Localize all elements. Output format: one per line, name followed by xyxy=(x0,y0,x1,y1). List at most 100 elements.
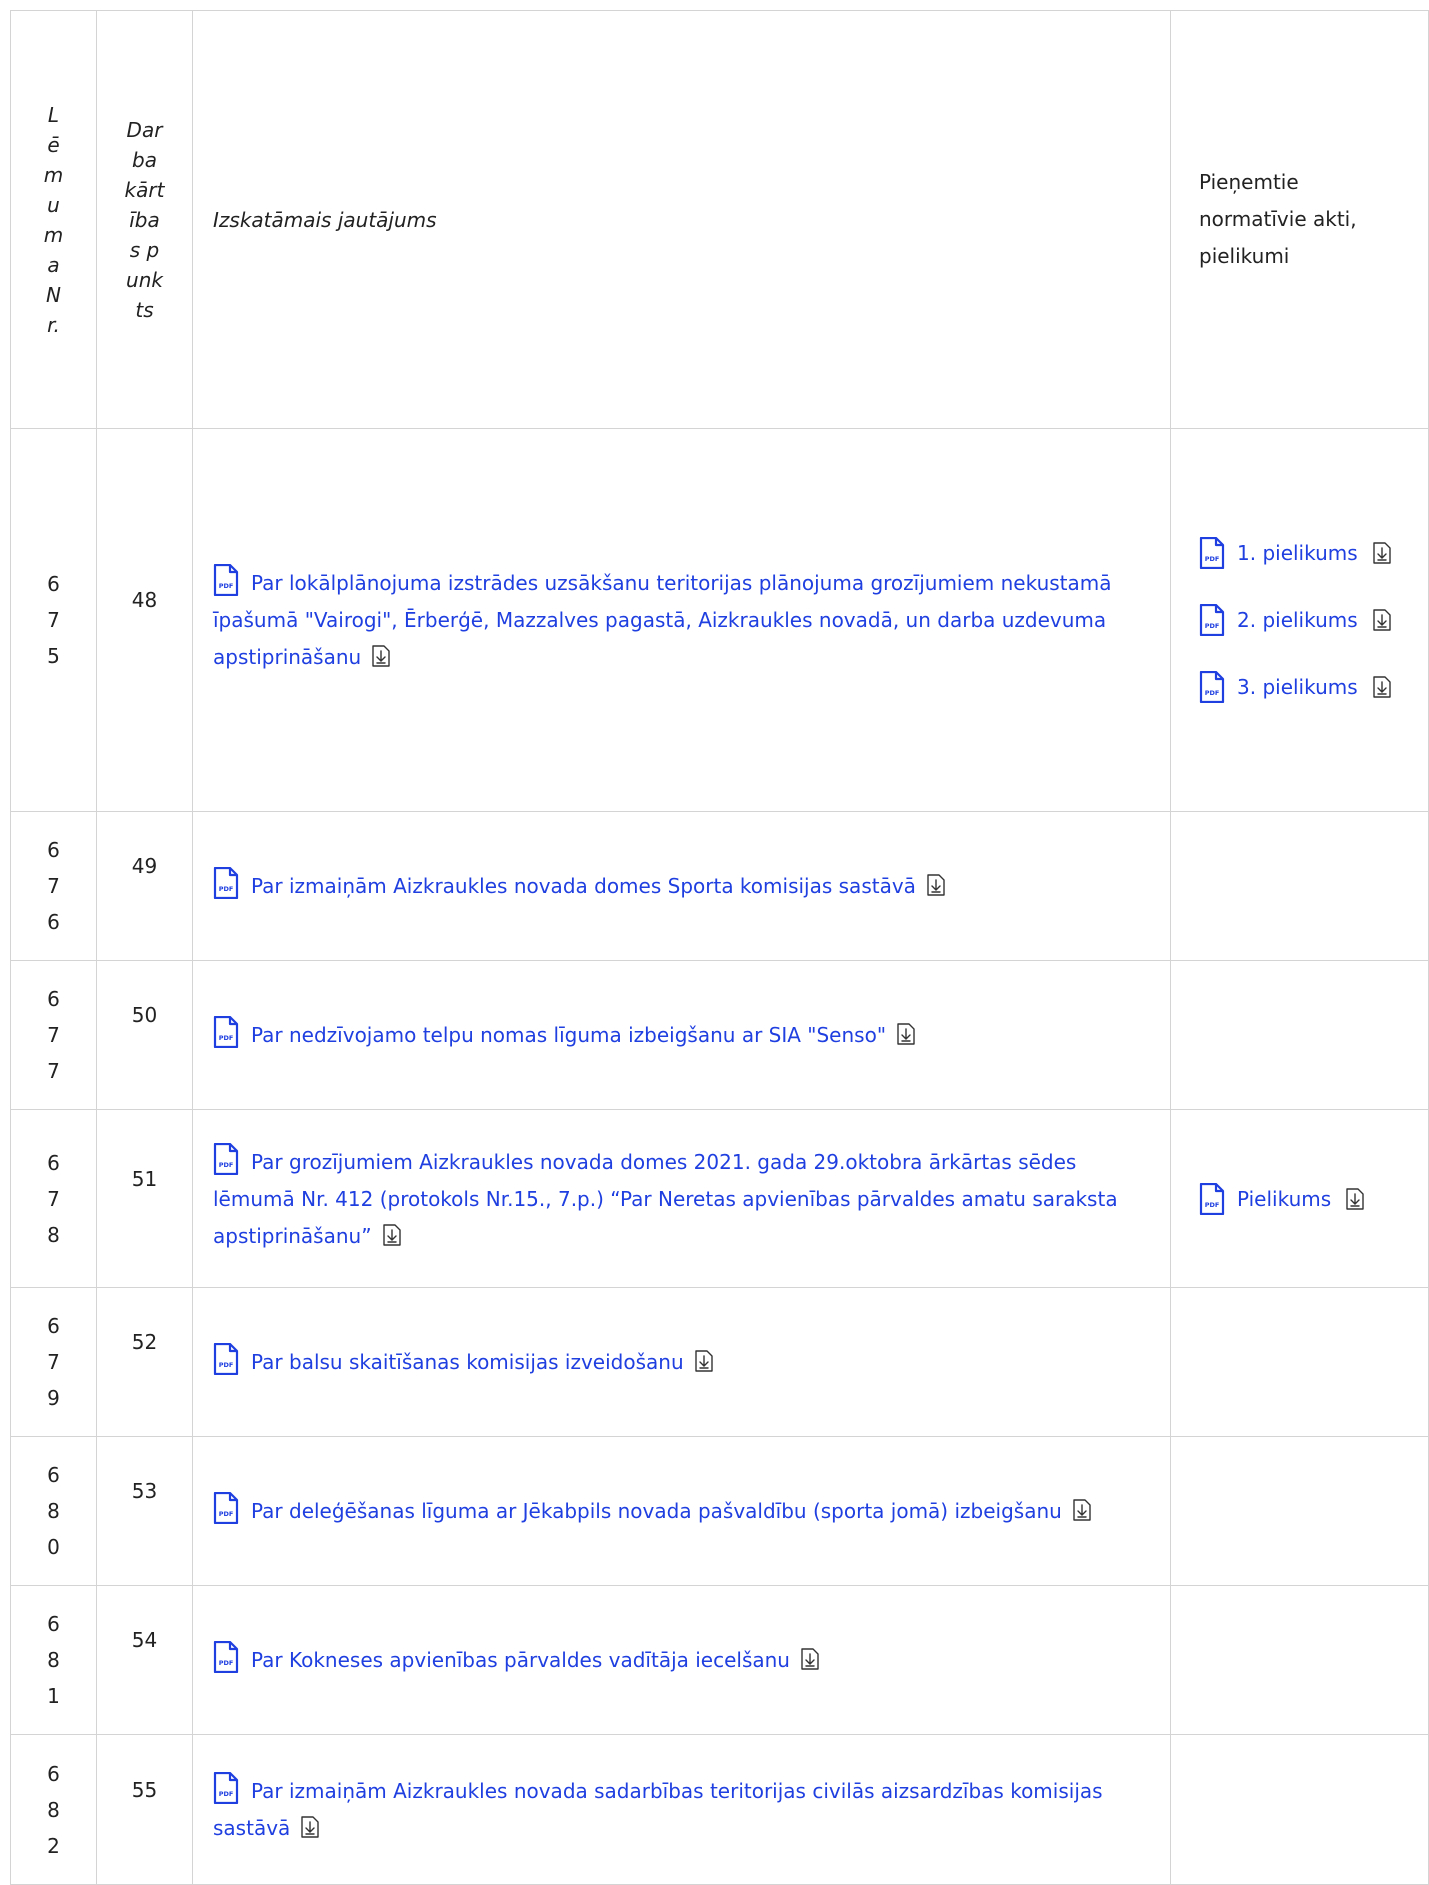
decision-number-cell: 677 xyxy=(10,960,97,1110)
question-cell: PDF Par izmaiņām Aizkraukles novada sadar… xyxy=(192,1734,1171,1885)
agenda-point-cell: 52 xyxy=(96,1287,193,1437)
decision-number: 678 xyxy=(47,1150,60,1247)
agenda-point-cell: 51 xyxy=(96,1109,193,1288)
svg-text:PDF: PDF xyxy=(1205,555,1220,563)
attachment-label[interactable]: 1. pielikums xyxy=(1237,541,1358,565)
attachments-cell: PDF 1. pielikums PDF 2. pielikums PDF 3. piel… xyxy=(1170,428,1429,812)
svg-text:PDF: PDF xyxy=(219,582,234,590)
table-row: 676 49 PDF Par izmaiņām Aizkraukles novada … xyxy=(10,811,1429,961)
decision-number: 675 xyxy=(47,572,60,668)
agenda-point: 52 xyxy=(131,1330,158,1354)
attachment-label[interactable]: Pielikums xyxy=(1237,1187,1331,1211)
agenda-point: 49 xyxy=(131,854,158,878)
svg-text:PDF: PDF xyxy=(1205,1201,1220,1209)
question-text[interactable]: Par balsu skaitīšanas komisijas izveidoš… xyxy=(251,1350,684,1374)
svg-text:PDF: PDF xyxy=(219,1034,234,1042)
header-lemuma-nr: Lēmuma Nr. xyxy=(10,10,97,429)
decision-number: 682 xyxy=(47,1761,60,1858)
agenda-point-cell: 48 xyxy=(96,428,193,812)
download-icon[interactable] xyxy=(1372,542,1392,564)
pdf-file-icon: PDF xyxy=(213,1772,239,1804)
agenda-point: 51 xyxy=(131,1166,158,1191)
table-row: 675 48 PDF Par lokālplānojuma izstrādes uzs… xyxy=(10,428,1429,812)
agenda-point: 54 xyxy=(131,1628,158,1652)
attachments-cell xyxy=(1170,1436,1429,1586)
svg-text:PDF: PDF xyxy=(219,1510,234,1518)
pdf-file-icon: PDF xyxy=(213,564,239,596)
download-icon[interactable] xyxy=(800,1648,820,1670)
question-cell: PDF Par nedzīvojamo telpu nomas līguma iz… xyxy=(192,960,1171,1110)
question-link[interactable]: PDF Par deleģēšanas līguma ar Jēkabpils n… xyxy=(213,1492,1092,1524)
question-text[interactable]: Par izmaiņām Aizkraukles novada domes Sp… xyxy=(251,874,916,898)
question-link[interactable]: PDF Par nedzīvojamo telpu nomas līguma iz… xyxy=(213,1016,916,1048)
header-darba-kartibas-punkts: Darba kārtības punkts xyxy=(96,10,193,429)
table-row: 680 53 PDF Par deleģēšanas līguma ar Jēkabp… xyxy=(10,1436,1429,1586)
question-text[interactable]: Par lokālplānojuma izstrādes uzsākšanu t… xyxy=(213,571,1112,669)
svg-text:PDF: PDF xyxy=(1205,689,1220,697)
download-icon[interactable] xyxy=(371,645,391,667)
agenda-point-cell: 54 xyxy=(96,1585,193,1735)
download-icon[interactable] xyxy=(1072,1499,1092,1521)
decision-number-cell: 678 xyxy=(10,1109,97,1288)
question-cell: PDF Par izmaiņām Aizkraukles novada domes… xyxy=(192,811,1171,961)
question-link[interactable]: PDF Par grozījumiem Aizkraukles novada do… xyxy=(213,1142,1118,1248)
table-row: 678 51 PDF Par grozījumiem Aizkraukles nova… xyxy=(10,1109,1429,1288)
table-row: 681 54 PDF Par Kokneses apvienības pārvalde… xyxy=(10,1585,1429,1735)
svg-text:PDF: PDF xyxy=(219,1161,234,1169)
header-lemuma-nr-label: Lēmuma Nr. xyxy=(43,102,64,337)
attachments-cell: PDF Pielikums xyxy=(1170,1109,1429,1288)
agenda-point: 50 xyxy=(131,1003,158,1027)
header-punkts-label: Darba kārtības punkts xyxy=(124,117,165,322)
agenda-point: 53 xyxy=(131,1479,158,1503)
question-text[interactable]: Par nedzīvojamo telpu nomas līguma izbei… xyxy=(251,1023,886,1047)
download-icon[interactable] xyxy=(1345,1187,1365,1210)
attachment-link[interactable]: PDF 1. pielikums xyxy=(1199,533,1428,573)
decisions-table: Lēmuma Nr. Darba kārtības punkts Izskatā… xyxy=(10,10,1429,1885)
attachment-label[interactable]: 2. pielikums xyxy=(1237,608,1358,632)
agenda-point-cell: 55 xyxy=(96,1734,193,1885)
agenda-point-cell: 53 xyxy=(96,1436,193,1586)
question-link[interactable]: PDF Par izmaiņām Aizkraukles novada domes… xyxy=(213,867,946,899)
attachment-link[interactable]: PDF Pielikums xyxy=(1199,1179,1428,1219)
table-header-row: Lēmuma Nr. Darba kārtības punkts Izskatā… xyxy=(10,10,1429,429)
pdf-file-icon: PDF xyxy=(1199,604,1225,636)
download-icon[interactable] xyxy=(1372,609,1392,631)
svg-text:PDF: PDF xyxy=(219,885,234,893)
header-pielikumi-label: Pieņemtie normatīvie akti, pielikumi xyxy=(1199,170,1357,268)
agenda-point: 48 xyxy=(131,588,158,612)
pdf-file-icon: PDF xyxy=(213,1641,239,1673)
pdf-file-icon: PDF xyxy=(1199,671,1225,703)
decision-number-cell: 675 xyxy=(10,428,97,812)
header-pielikumi: Pieņemtie normatīvie akti, pielikumi xyxy=(1170,10,1429,429)
decision-number: 680 xyxy=(47,1463,60,1559)
question-link[interactable]: PDF Par balsu skaitīšanas komisijas izvei… xyxy=(213,1343,714,1375)
question-text[interactable]: Par Kokneses apvienības pārvaldes vadītā… xyxy=(251,1648,790,1672)
attachments-cell xyxy=(1170,960,1429,1110)
attachment-label[interactable]: 3. pielikums xyxy=(1237,675,1358,699)
question-link[interactable]: PDF Par Kokneses apvienības pārvaldes vad… xyxy=(213,1641,820,1673)
svg-text:PDF: PDF xyxy=(219,1361,234,1369)
agenda-point-cell: 49 xyxy=(96,811,193,961)
decision-number-cell: 682 xyxy=(10,1734,97,1885)
download-icon[interactable] xyxy=(926,874,946,896)
attachment-link[interactable]: PDF 2. pielikums xyxy=(1199,600,1428,640)
agenda-point: 55 xyxy=(131,1777,158,1802)
question-text[interactable]: Par grozījumiem Aizkraukles novada domes… xyxy=(213,1150,1118,1248)
question-link[interactable]: PDF Par izmaiņām Aizkraukles novada sadar… xyxy=(213,1772,1103,1840)
question-text[interactable]: Par izmaiņām Aizkraukles novada sadarbīb… xyxy=(213,1779,1103,1840)
question-link[interactable]: PDF Par lokālplānojuma izstrādes uzsākšan… xyxy=(213,564,1112,669)
decision-number-cell: 679 xyxy=(10,1287,97,1437)
decision-number-cell: 681 xyxy=(10,1585,97,1735)
download-icon[interactable] xyxy=(300,1816,320,1838)
attachment-link[interactable]: PDF 3. pielikums xyxy=(1199,667,1428,707)
download-icon[interactable] xyxy=(694,1350,714,1372)
download-icon[interactable] xyxy=(896,1023,916,1045)
download-icon[interactable] xyxy=(382,1223,402,1246)
table-row: 682 55 PDF Par izmaiņām Aizkraukles novada … xyxy=(10,1734,1429,1885)
download-icon[interactable] xyxy=(1372,676,1392,698)
decision-number: 679 xyxy=(47,1314,60,1410)
question-cell: PDF Par deleģēšanas līguma ar Jēkabpils n… xyxy=(192,1436,1171,1586)
table-row: 679 52 PDF Par balsu skaitīšanas komisijas … xyxy=(10,1287,1429,1437)
question-text[interactable]: Par deleģēšanas līguma ar Jēkabpils nova… xyxy=(251,1499,1062,1523)
pdf-file-icon: PDF xyxy=(213,1142,239,1175)
